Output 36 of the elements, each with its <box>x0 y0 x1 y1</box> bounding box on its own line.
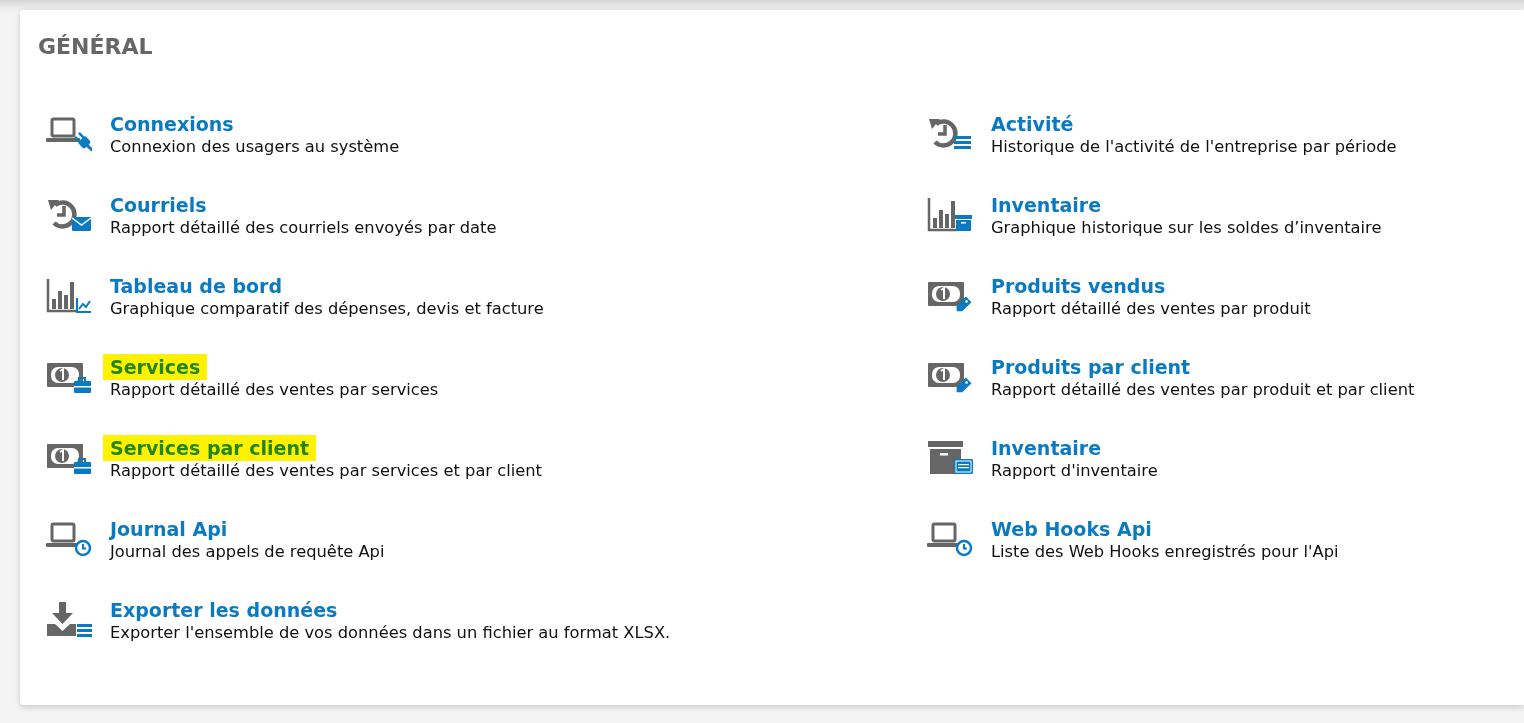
report-description: Rapport détaillé des ventes par services et par client <box>110 461 542 481</box>
report-link[interactable]: Services par client <box>103 435 317 461</box>
history-list-icon <box>927 116 973 152</box>
archive-box-icon <box>927 440 973 476</box>
bar-chart-box-icon <box>927 197 973 233</box>
history-envelope-icon <box>46 197 92 233</box>
report-link[interactable]: Exporter les données <box>110 597 338 623</box>
report-link[interactable]: Services <box>103 354 208 380</box>
report-link[interactable]: Activité <box>991 111 1074 137</box>
report-link[interactable]: Produits vendus <box>991 273 1166 299</box>
report-description: Rapport d'inventaire <box>991 461 1158 481</box>
report-link[interactable]: Courriels <box>110 192 207 218</box>
report-link[interactable]: Inventaire <box>991 192 1102 218</box>
bar-chart-icon <box>46 278 92 314</box>
report-description: Journal des appels de requête Api <box>110 542 385 562</box>
report-link[interactable]: Journal Api <box>110 516 228 542</box>
report-link[interactable]: Inventaire <box>991 435 1102 461</box>
report-link[interactable]: Web Hooks Api <box>991 516 1152 542</box>
report-description: Rapport détaillé des ventes par produit <box>991 299 1311 319</box>
report-link[interactable]: Produits par client <box>991 354 1191 380</box>
download-list-icon <box>46 602 92 638</box>
report-description: Historique de l'activité de l'entreprise par période <box>991 137 1397 157</box>
laptop-plug-icon <box>46 116 92 152</box>
section-heading: GÉNÉRAL <box>38 33 153 61</box>
report-description: Connexion des usagers au système <box>110 137 400 157</box>
report-description: Graphique comparatif des dépenses, devis et facture <box>110 299 544 319</box>
report-description: Exporter l'ensemble de vos données dans un fichier au format XLSX. <box>110 623 671 643</box>
report-link[interactable]: Tableau de bord <box>110 273 283 299</box>
report-description: Rapport détaillé des ventes par services <box>110 380 439 400</box>
report-description: Liste des Web Hooks enregistrés pour l'Api <box>991 542 1339 562</box>
report-link[interactable]: Connexions <box>110 111 234 137</box>
report-description: Graphique historique sur les soldes d’inventaire <box>991 218 1382 238</box>
laptop-clock-icon <box>46 521 92 557</box>
report-description: Rapport détaillé des courriels envoyés par date <box>110 218 497 238</box>
report-description: Rapport détaillé des ventes par produit et par client <box>991 380 1415 400</box>
laptop-clock-icon <box>927 521 973 557</box>
